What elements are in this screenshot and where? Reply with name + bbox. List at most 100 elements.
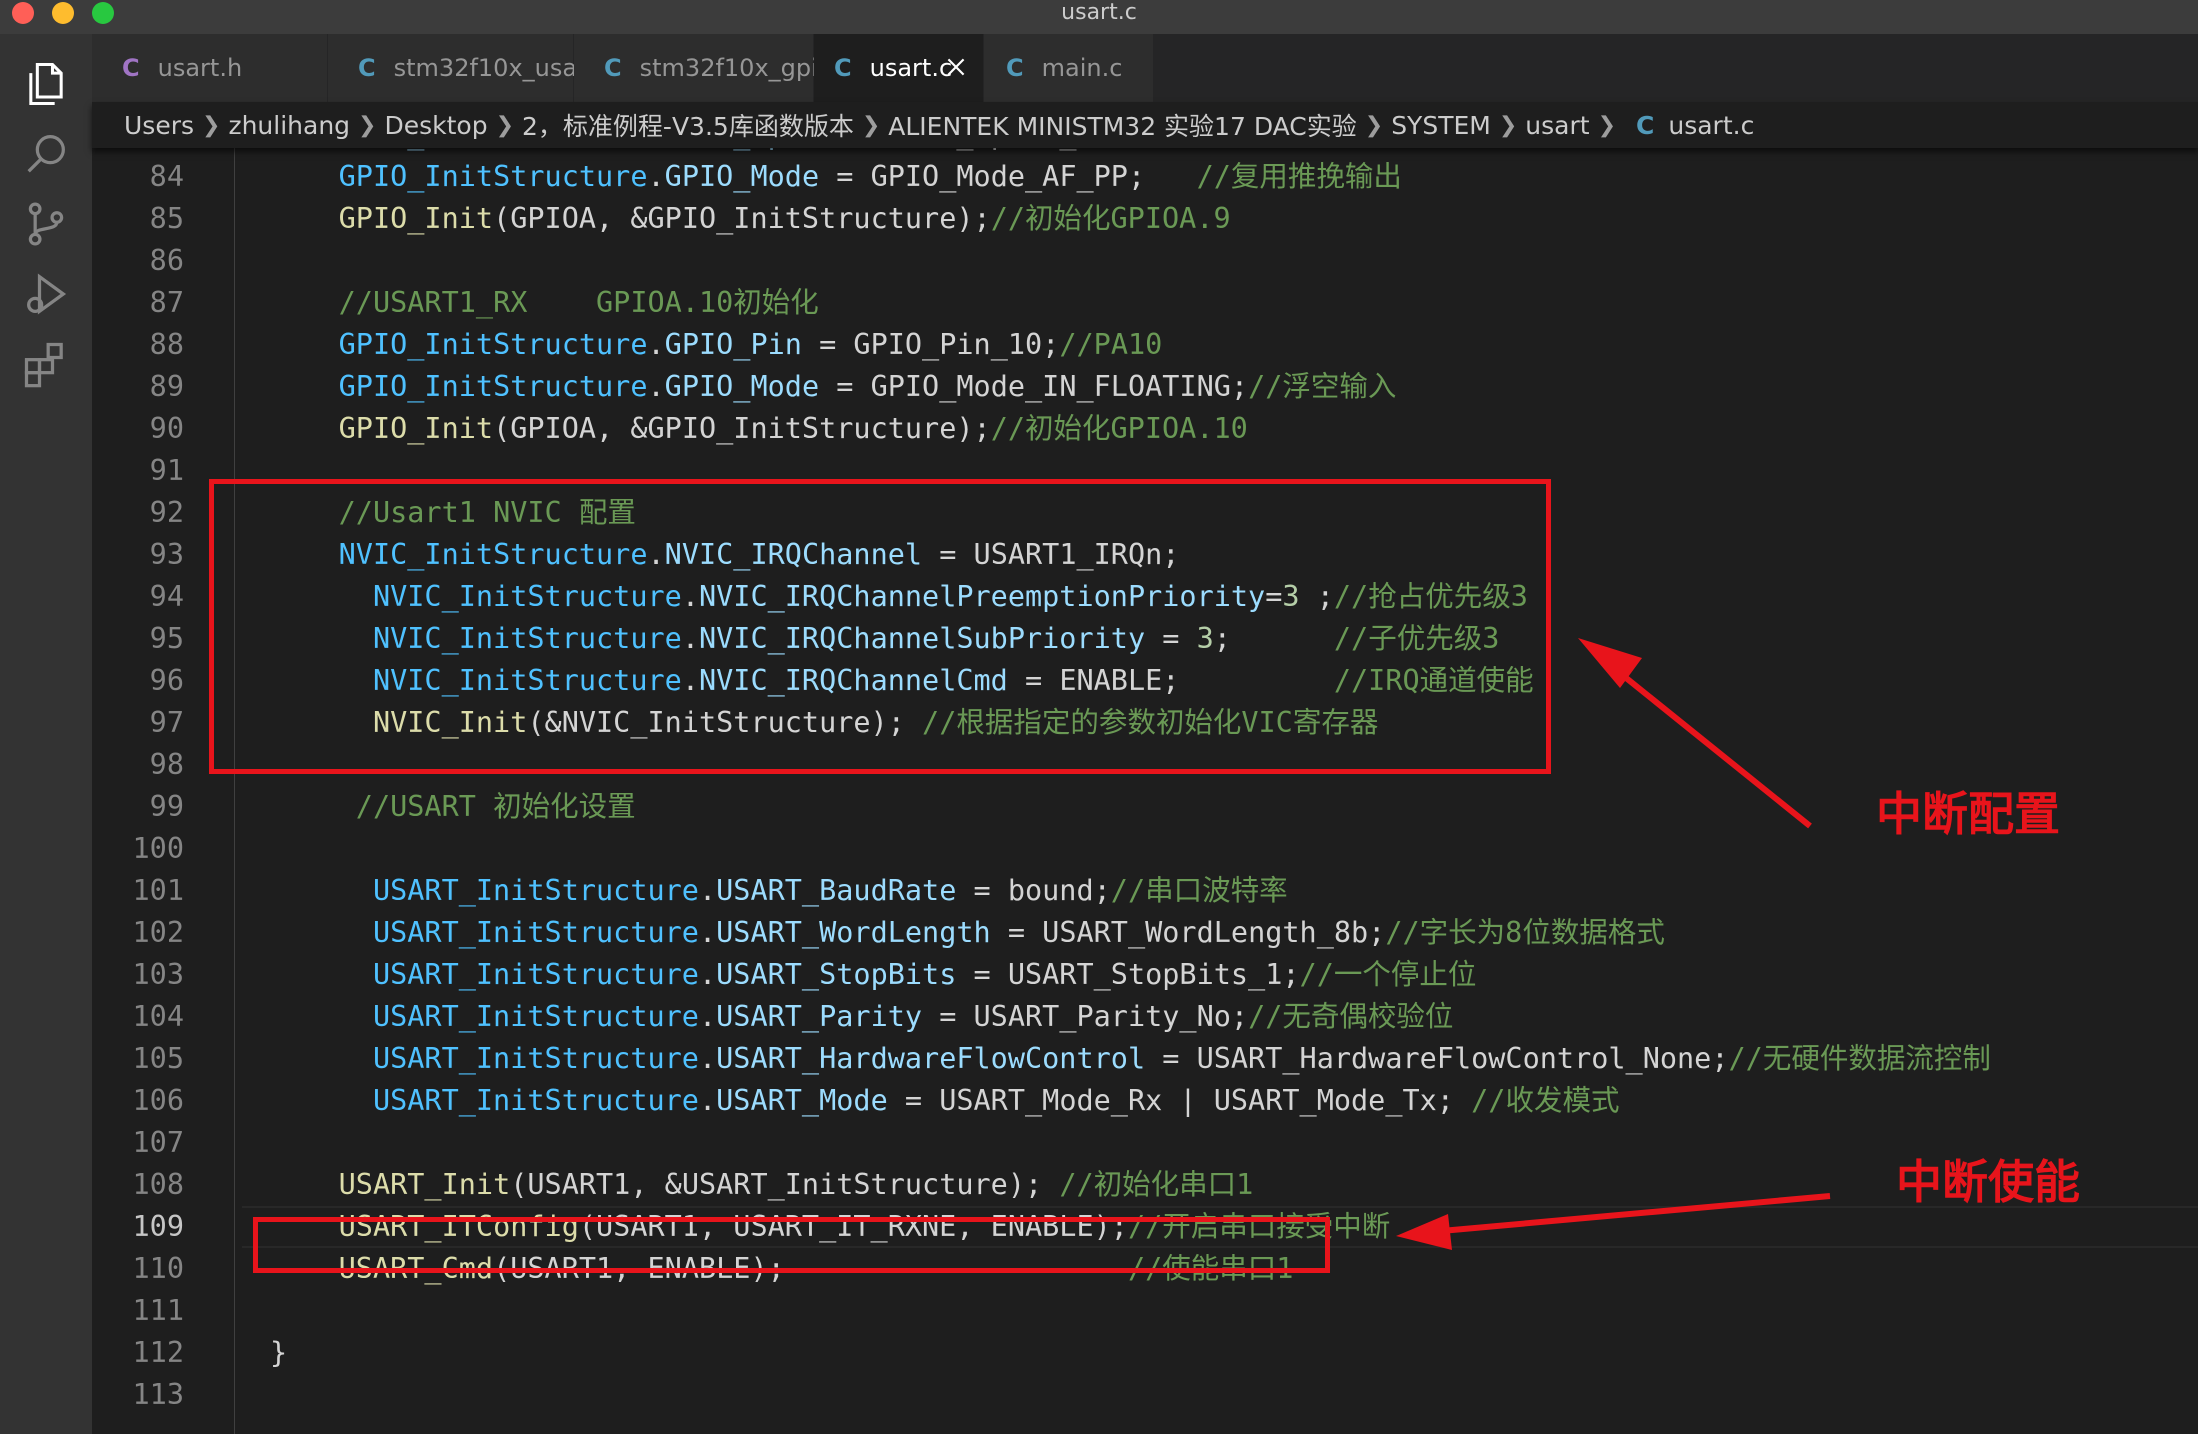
code-line[interactable]: 103 USART_InitStructure.USART_StopBits =… [92,954,2198,996]
code-line[interactable]: 87 //USART1_RX GPIOA.10初始化 [92,282,2198,324]
code-token: USART_WordLength [716,916,991,949]
breadcrumb-item[interactable]: SYSTEM [1391,111,1491,140]
code-text: USART_InitStructure.USART_Parity = USART… [270,996,1453,1038]
code-line[interactable]: 105 USART_InitStructure.USART_HardwareFl… [92,1038,2198,1080]
tab-label: usart.c [869,54,953,82]
code-line[interactable]: 106 USART_InitStructure.USART_Mode = USA… [92,1080,2198,1122]
code-token: //复用推挽输出 [1196,160,1402,193]
breadcrumb-item[interactable]: zhulihang [228,111,350,140]
code-token: //无奇偶校验位 [1248,1000,1454,1033]
code-line[interactable]: 104 USART_InitStructure.USART_Parity = U… [92,996,2198,1038]
line-number: 89 [149,370,184,403]
close-icon[interactable] [943,54,969,80]
code-token: . [647,370,665,403]
files-icon[interactable] [16,54,76,114]
code-token: USART_InitStructure [372,916,699,949]
code-line[interactable]: 111 [92,1290,2198,1332]
c-file-icon: C [834,54,852,82]
tab-usart-h[interactable]: C usart.h [92,34,328,102]
debug-icon[interactable] [16,264,76,324]
breadcrumb-item[interactable]: 2，标准例程-V3.5库函数版本 [522,107,854,143]
line-number: 91 [149,454,184,487]
code-line[interactable]: 85 GPIO_Init(GPIOA, &GPIO_InitStructure)… [92,198,2198,240]
code-line[interactable]: 84 GPIO_InitStructure.GPIO_Mode = GPIO_M… [92,156,2198,198]
code-token: GPIO_Init [338,412,494,445]
line-number: 95 [149,622,184,655]
code-line[interactable]: 113 [92,1374,2198,1416]
c-file-icon: C [122,54,140,82]
extensions-icon[interactable] [16,334,76,394]
code-token: //字长为8位数据格式 [1385,916,1665,949]
code-token: //初始化串口1 [1059,1168,1254,1201]
line-number: 104 [132,1000,184,1033]
code-token: (GPIOA, &GPIO_InitStructure); [493,202,991,235]
breadcrumb-item[interactable]: usart [1525,111,1589,140]
line-number: 85 [149,202,184,235]
line-number: 107 [132,1126,184,1159]
code-token: . [647,328,665,361]
code-line[interactable]: 101 USART_InitStructure.USART_BaudRate =… [92,870,2198,912]
code-text: GPIO_Init(GPIOA, &GPIO_InitStructure);//… [270,408,1248,450]
code-text: USART_Init(USART1, &USART_InitStructure)… [270,1164,1254,1206]
code-token: USART_InitStructure [372,1000,699,1033]
code-text: GPIO_InitStructure.GPIO_Speed = GPIO_Spe… [270,148,1180,156]
code-line[interactable]: 89 GPIO_InitStructure.GPIO_Mode = GPIO_M… [92,366,2198,408]
code-line[interactable]: 86 [92,240,2198,282]
tab-stm32f10x-usart-c[interactable]: C stm32f10x_usart.c [328,34,617,102]
code-token: USART_BaudRate [716,874,957,907]
code-token: USART_Mode [716,1084,888,1117]
code-token: USART_InitStructure [372,874,699,907]
line-number: 105 [132,1042,184,1075]
code-line[interactable]: 107 [92,1122,2198,1164]
line-number: 93 [149,538,184,571]
code-line[interactable]: 83 GPIO_InitStructure.GPIO_Speed = GPIO_… [92,148,2198,156]
line-number: 98 [149,748,184,781]
line-number: 102 [132,916,184,949]
code-token: = USART_StopBits_1; [956,958,1300,991]
search-icon[interactable] [16,124,76,184]
code-token: . [648,148,665,151]
code-line[interactable]: 88 GPIO_InitStructure.GPIO_Pin = GPIO_Pi… [92,324,2198,366]
code-line[interactable]: 90 GPIO_Init(GPIOA, &GPIO_InitStructure)… [92,408,2198,450]
chevron-right-icon: ❯ [1498,112,1518,138]
code-token: = USART_WordLength_8b; [990,916,1386,949]
breadcrumb-item[interactable]: Users [124,111,194,140]
code-line[interactable]: 112} [92,1332,2198,1374]
code-text: GPIO_InitStructure.GPIO_Mode = GPIO_Mode… [270,156,1402,198]
breadcrumb: Users ❯ zhulihang ❯ Desktop ❯ 2，标准例程-V3.5库函… [92,102,2198,148]
chevron-right-icon: ❯ [202,112,221,138]
code-token: GPIO_Pin [664,328,802,361]
code-token: . [647,160,665,193]
code-token: USART_HardwareFlowControl [716,1042,1146,1075]
code-token: . [698,874,717,907]
code-line[interactable]: 108 USART_Init(USART1, &USART_InitStruct… [92,1164,2198,1206]
code-token: //初始化GPIOA.9 [990,202,1231,235]
tab-usart-c[interactable]: C usart.c [814,34,984,102]
code-token: = GPIO_Mode_IN_FLOATING; [819,370,1249,403]
tab-stm32f10x-gpio-c[interactable]: C stm32f10x_gpio.c [574,34,853,102]
line-number: 109 [132,1210,184,1243]
code-token: GPIO_InitStructure [339,148,648,151]
tab-bar: C usart.h C stm32f10x_usart.c C stm32f10… [92,34,2198,102]
line-number: 83 [92,148,184,156]
breadcrumb-item[interactable]: ALIENTEK MINISTM32 实验17 DAC实验 [888,107,1356,143]
tab-main-c[interactable]: C main.c [984,34,1154,102]
c-file-icon: C [1006,54,1024,82]
code-text: USART_InitStructure.USART_HardwareFlowCo… [270,1038,1991,1080]
source-control-icon[interactable] [16,194,76,254]
breadcrumb-item[interactable]: usart.c [1668,111,1754,140]
code-token: (USART1, &USART_InitStructure); [510,1168,1060,1201]
code-token: = USART_Mode_Rx | USART_Mode_Tx; [887,1084,1472,1117]
line-number: 94 [149,580,184,613]
code-line[interactable]: 102 USART_InitStructure.USART_WordLength… [92,912,2198,954]
breadcrumb-item[interactable]: Desktop [384,111,487,140]
window-title: usart.c [1061,0,1137,25]
code-text: USART_InitStructure.USART_Mode = USART_M… [270,1080,1620,1122]
